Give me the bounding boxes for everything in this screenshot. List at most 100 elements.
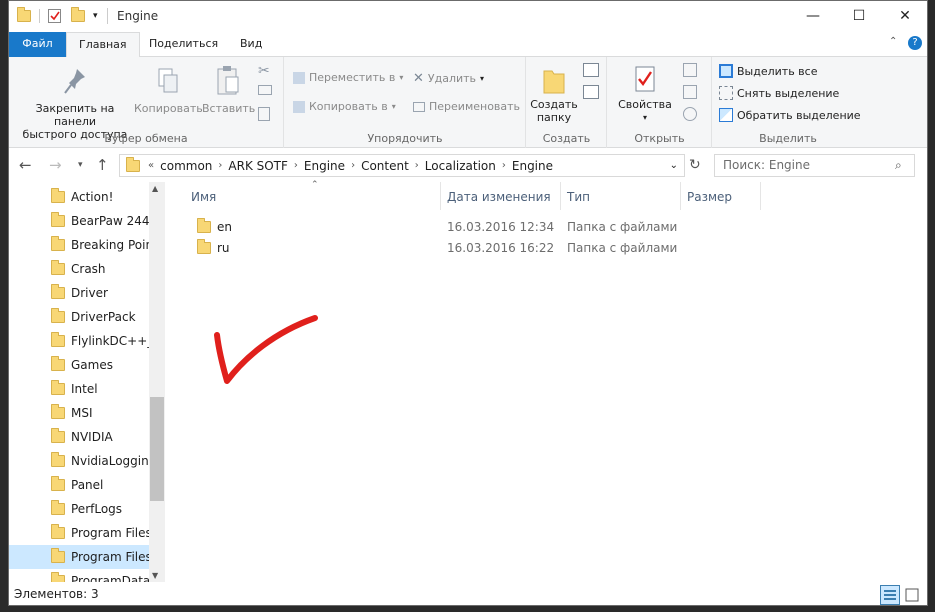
- delete-button[interactable]: ✕ Удалить ▾: [413, 71, 484, 86]
- properties-button[interactable]: Свойства ▾: [614, 65, 676, 124]
- copy-to-icon: [293, 100, 305, 113]
- copy-button[interactable]: Копировать: [134, 67, 203, 115]
- sidebar-item[interactable]: MSI: [9, 401, 149, 425]
- tab-share[interactable]: Поделиться: [137, 32, 230, 57]
- address-bar[interactable]: « common › ARK SOTF › Engine › Content › Loc…: [119, 154, 685, 177]
- cut-icon[interactable]: ✂: [258, 63, 270, 79]
- sidebar-item[interactable]: Intel: [9, 377, 149, 401]
- paste-shortcut-icon[interactable]: [258, 107, 270, 121]
- properties-check-icon[interactable]: [48, 9, 61, 23]
- breadcrumb-common[interactable]: common: [160, 159, 212, 173]
- maximize-button[interactable]: ☐: [836, 1, 882, 32]
- large-icons-view-icon[interactable]: [902, 585, 922, 605]
- edit-icon[interactable]: [683, 85, 697, 99]
- sidebar-item[interactable]: ProgramData(C: [9, 569, 149, 582]
- sidebar-item-label: Panel: [71, 478, 104, 492]
- file-type: Папка с файлами: [567, 240, 678, 255]
- copy-icon: [158, 68, 178, 93]
- history-icon[interactable]: [683, 107, 697, 121]
- copy-path-icon[interactable]: [258, 85, 272, 95]
- rename-button[interactable]: Переименовать: [413, 100, 520, 113]
- sidebar-item-label: FlylinkDC++_x: [71, 334, 149, 348]
- file-date: 16.03.2016 16:22: [447, 240, 555, 255]
- select-group-label: Выделить: [759, 132, 817, 145]
- refresh-icon[interactable]: ↻: [689, 157, 701, 173]
- column-date[interactable]: Дата изменения: [441, 182, 561, 210]
- folder-icon: [197, 217, 211, 233]
- tab-file[interactable]: Файл: [9, 32, 66, 57]
- sidebar-item[interactable]: Crash: [9, 257, 149, 281]
- window-title: Engine: [117, 9, 159, 23]
- navigation-scrollbar[interactable]: ▲ ▼: [149, 182, 165, 582]
- sidebar-item-label: PerfLogs: [71, 502, 123, 516]
- sidebar-item[interactable]: NVIDIA: [9, 425, 149, 449]
- breadcrumb-overflow[interactable]: «: [148, 160, 154, 171]
- file-name: ru: [217, 240, 230, 255]
- collapse-ribbon-icon[interactable]: ⌃: [889, 36, 897, 47]
- table-row[interactable]: en 16.03.2016 12:34 Папка с файлами: [185, 216, 705, 237]
- sidebar-item[interactable]: Breaking Point: [9, 233, 149, 257]
- sidebar-item-label: NVIDIA: [71, 430, 113, 444]
- close-button[interactable]: ✕: [882, 1, 927, 32]
- navigation-pane: Action! BearPaw 2448T Breaking Point Crash D…: [9, 182, 165, 582]
- tab-home[interactable]: Главная: [66, 32, 140, 58]
- rename-icon: [413, 101, 425, 112]
- sidebar-item[interactable]: BearPaw 2448T: [9, 209, 149, 233]
- search-input[interactable]: Поиск: Engine: [714, 154, 915, 177]
- new-item-icon[interactable]: [583, 63, 599, 77]
- sidebar-item-label: BearPaw 2448T: [71, 214, 149, 228]
- help-icon[interactable]: ?: [908, 36, 922, 50]
- sidebar-item[interactable]: Program Files (: [9, 545, 149, 569]
- breadcrumb-localization[interactable]: Localization: [425, 159, 496, 173]
- file-list: ⌃ Имя Дата изменения Тип Размер en 16.03…: [165, 180, 927, 582]
- sidebar-item[interactable]: NvidiaLogging: [9, 449, 149, 473]
- easy-access-icon[interactable]: [583, 85, 599, 99]
- sidebar-item[interactable]: Panel: [9, 473, 149, 497]
- status-bar: Элементов: 3: [9, 582, 927, 605]
- table-row[interactable]: ru 16.03.2016 16:22 Папка с файлами: [185, 237, 705, 258]
- pin-icon: [64, 69, 85, 94]
- scroll-up-icon[interactable]: ▲: [152, 184, 158, 193]
- folder-icon: [17, 7, 31, 22]
- open-icon[interactable]: [683, 63, 697, 77]
- select-none-icon: [719, 86, 733, 100]
- tab-view[interactable]: Вид: [228, 32, 274, 57]
- up-arrow-icon[interactable]: ↑: [96, 156, 109, 174]
- new-folder-icon[interactable]: [71, 7, 85, 22]
- copy-to-button[interactable]: Копировать в ▾: [293, 100, 396, 113]
- invert-selection-button[interactable]: Обратить выделение: [719, 108, 861, 122]
- forward-arrow-icon[interactable]: →: [49, 156, 62, 174]
- move-to-button[interactable]: Переместить в ▾: [293, 71, 403, 84]
- minimize-button[interactable]: —: [790, 1, 836, 32]
- scrollbar-thumb[interactable]: [150, 397, 164, 501]
- sidebar-item[interactable]: DriverPack: [9, 305, 149, 329]
- breadcrumb-content[interactable]: Content: [361, 159, 409, 173]
- details-view-icon[interactable]: [880, 585, 900, 605]
- new-folder-button[interactable]: Создать папку: [529, 65, 579, 124]
- back-arrow-icon[interactable]: ←: [19, 156, 32, 174]
- pin-button[interactable]: Закрепить на панели быстрого доступа: [15, 67, 135, 141]
- explorer-window: ▾ Engine — ☐ ✕ Файл Главная Поделиться В…: [8, 0, 928, 606]
- sidebar-item[interactable]: Games: [9, 353, 149, 377]
- select-none-button[interactable]: Снять выделение: [719, 86, 839, 100]
- sidebar-item[interactable]: Driver: [9, 281, 149, 305]
- address-dropdown-icon[interactable]: ⌄: [670, 160, 678, 171]
- sidebar-item[interactable]: Program Files: [9, 521, 149, 545]
- recent-dropdown-icon[interactable]: ▾: [78, 160, 83, 170]
- folder-icon: [51, 236, 65, 251]
- breadcrumb-ark-sotf[interactable]: ARK SOTF: [228, 159, 288, 173]
- sidebar-item[interactable]: Action!: [9, 185, 149, 209]
- scroll-down-icon[interactable]: ▼: [152, 571, 158, 580]
- select-all-button[interactable]: Выделить все: [719, 64, 817, 78]
- breadcrumb-engine-current[interactable]: Engine: [512, 159, 553, 173]
- column-name[interactable]: Имя: [185, 182, 441, 210]
- open-group-label: Открыть: [634, 132, 685, 145]
- customize-dropdown-icon[interactable]: ▾: [93, 11, 98, 21]
- column-size[interactable]: Размер: [681, 182, 761, 210]
- paste-button[interactable]: Вставить: [202, 65, 255, 115]
- sidebar-item[interactable]: FlylinkDC++_x: [9, 329, 149, 353]
- sidebar-item-label: Program Files (: [71, 550, 149, 564]
- sidebar-item[interactable]: PerfLogs: [9, 497, 149, 521]
- column-type[interactable]: Тип: [561, 182, 681, 210]
- breadcrumb-engine[interactable]: Engine: [304, 159, 345, 173]
